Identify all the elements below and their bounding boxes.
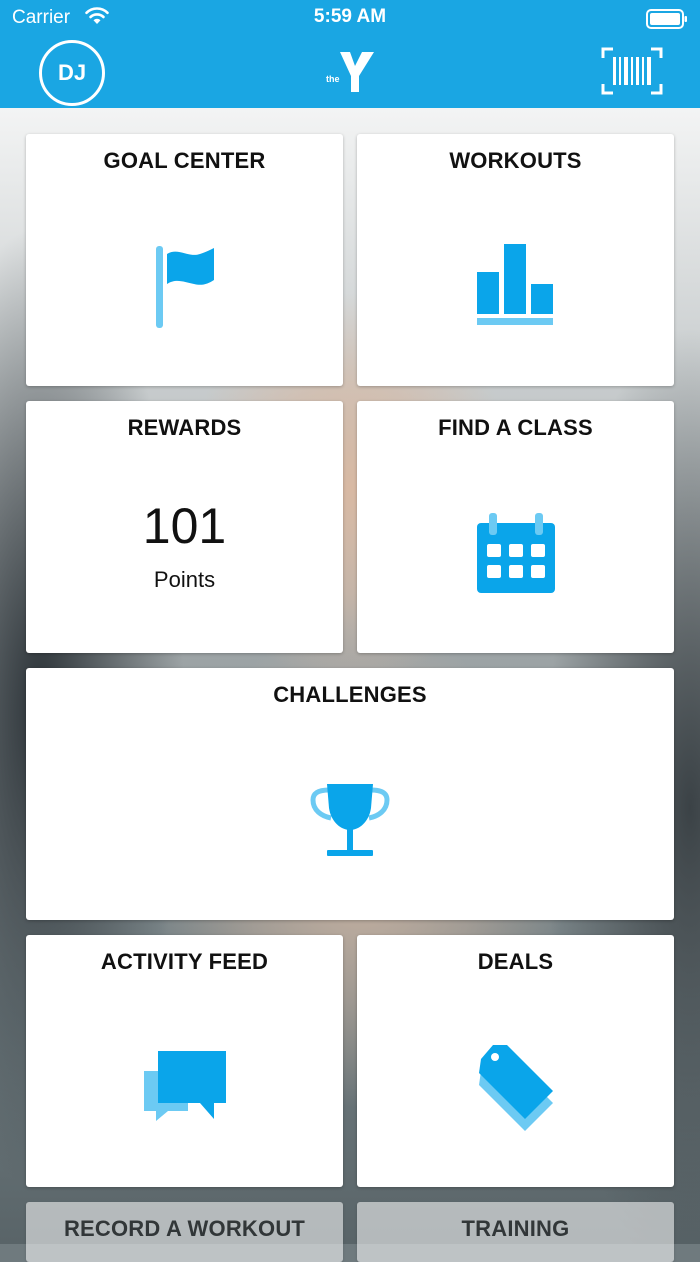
status-bar: Carrier 5:59 AM (0, 0, 700, 36)
find-a-class-title: FIND A CLASS (438, 415, 593, 440)
navigation-bar: DJ the (0, 36, 700, 108)
challenges-title: CHALLENGES (273, 682, 427, 707)
clock: 5:59 AM (313, 6, 387, 27)
points-value: 101 (142, 498, 227, 554)
ymca-logo: the (322, 50, 378, 99)
svg-text:the: the (326, 74, 340, 84)
workouts-tile[interactable]: WORKOUTS (357, 134, 674, 386)
flag-icon (154, 244, 218, 335)
battery-icon (646, 9, 688, 34)
deals-title: DEALS (477, 949, 554, 974)
bar-chart-icon (475, 244, 557, 333)
rewards-tile[interactable]: REWARDS 101 Points (26, 401, 343, 653)
goal-center-tile[interactable]: GOAL CENTER (26, 134, 343, 386)
price-tag-icon (475, 1041, 559, 1136)
record-a-workout-tile[interactable]: RECORD A WORKOUT (26, 1202, 343, 1262)
activity-feed-title: ACTIVITY FEED (100, 949, 269, 974)
deals-tile[interactable]: DEALS (357, 935, 674, 1187)
challenges-tile[interactable]: CHALLENGES (26, 668, 674, 920)
rewards-title: REWARDS (127, 415, 242, 440)
record-a-workout-title: RECORD A WORKOUT (63, 1216, 306, 1241)
avatar-initials: DJ (57, 60, 87, 85)
chat-bubbles-icon (142, 1047, 228, 1132)
goal-center-title: GOAL CENTER (103, 148, 266, 173)
workouts-title: WORKOUTS (449, 148, 582, 173)
activity-feed-tile[interactable]: ACTIVITY FEED (26, 935, 343, 1187)
training-title: TRAINING (461, 1216, 570, 1241)
trophy-icon (309, 778, 391, 867)
find-a-class-tile[interactable]: FIND A CLASS (357, 401, 674, 653)
barcode-scan-button[interactable] (600, 46, 664, 101)
profile-avatar-button[interactable]: DJ (39, 40, 105, 106)
training-tile[interactable]: TRAINING (357, 1202, 674, 1262)
calendar-icon (475, 511, 557, 600)
points-label: Points (153, 567, 216, 592)
